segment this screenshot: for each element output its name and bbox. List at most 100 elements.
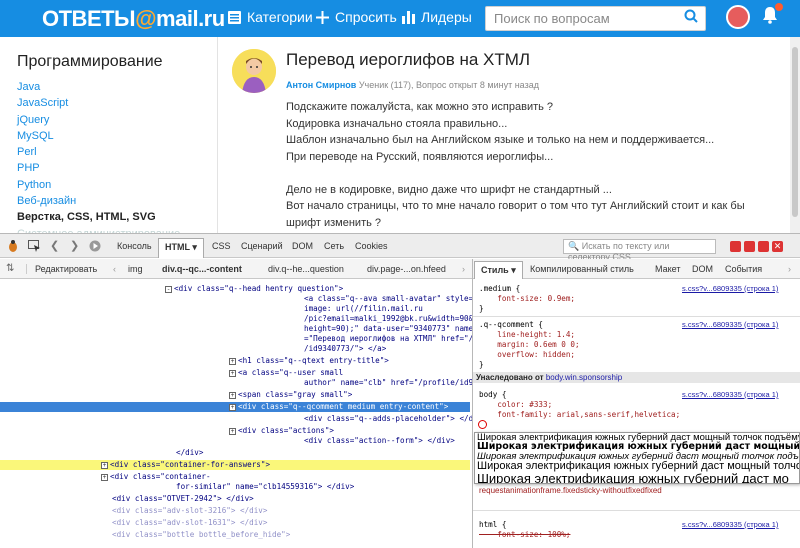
- search-input[interactable]: Поиск по вопросам: [485, 6, 706, 31]
- html-node-line[interactable]: + <div class="container-: [0, 472, 470, 482]
- close-icon[interactable]: ✕: [772, 241, 783, 252]
- breadcrumb-item[interactable]: img: [128, 264, 143, 274]
- css-declaration-font[interactable]: font-family: arial,sans-serif,helvetica;: [479, 410, 680, 420]
- html-node-line[interactable]: for-similar" name="clb14559316"> </div>: [0, 482, 470, 492]
- user-avatar[interactable]: [726, 5, 750, 29]
- expand-icon[interactable]: +: [229, 403, 236, 411]
- breadcrumb-item[interactable]: div.page-...on.hfeed: [367, 264, 446, 274]
- sidebar-item-php[interactable]: PHP: [17, 160, 180, 176]
- html-node-line[interactable]: + <div class="actions">: [0, 426, 470, 436]
- devtools-search-input[interactable]: 🔍 Искать по тексту или селектору CSS: [563, 239, 716, 262]
- nav-categories[interactable]: Категории: [228, 9, 313, 25]
- tab-dom[interactable]: DOM: [292, 241, 313, 251]
- html-node-line[interactable]: author" name="clb" href="/profile/id9340…: [0, 378, 472, 388]
- html-node-line[interactable]: + <span class="gray small">: [0, 390, 470, 400]
- forward-arrow-icon[interactable]: ❯: [70, 239, 79, 252]
- css-declaration[interactable]: font-size: 0.9em;: [479, 294, 575, 304]
- detach-icon[interactable]: [730, 241, 741, 252]
- author-link[interactable]: Антон Смирнов: [286, 80, 356, 90]
- html-node-line[interactable]: height=90);" data-user="9340773" name="c…: [0, 324, 472, 334]
- tab-console[interactable]: Консоль: [117, 241, 152, 251]
- disable-rule-icon[interactable]: [478, 420, 487, 429]
- css-selector[interactable]: body {: [479, 390, 506, 400]
- tab-dom-right[interactable]: DOM: [692, 264, 713, 274]
- expand-icon[interactable]: +: [229, 427, 236, 435]
- dropdown-arrow-icon[interactable]: ▾: [511, 265, 516, 275]
- tab-events[interactable]: События: [725, 264, 762, 274]
- html-node-line[interactable]: ="Перевод иероглифов на ХТМЛ" href="/pro…: [0, 334, 472, 344]
- nav-leaders[interactable]: Лидеры: [402, 9, 472, 25]
- html-node-line[interactable]: + <h1 class="q--qtext entry-title">: [0, 356, 470, 366]
- sidebar-item-web-design[interactable]: Веб-дизайн: [17, 193, 180, 209]
- html-node-line[interactable]: + <div class="q--qcomment medium entry-co…: [0, 402, 470, 412]
- sidebar-item-perl[interactable]: Perl: [17, 144, 180, 160]
- css-source-link[interactable]: s.css?v...6809335 (строка 1): [682, 390, 778, 399]
- more-tabs-icon[interactable]: ›: [788, 264, 791, 274]
- sidebar-item-markup[interactable]: Верстка, CSS, HTML, SVG: [17, 209, 180, 225]
- css-declaration[interactable]: line-height: 1.4;: [479, 330, 575, 340]
- tab-cookies[interactable]: Cookies: [355, 241, 388, 251]
- html-node-line[interactable]: <div class="adv-slot-3216"> </div>: [0, 506, 470, 516]
- expand-icon[interactable]: +: [229, 391, 236, 399]
- tab-style[interactable]: Стиль ▾: [474, 261, 523, 279]
- html-node-line[interactable]: - <div class="q--head hentry question">: [0, 284, 470, 294]
- page-scrollbar[interactable]: [790, 37, 800, 233]
- css-declaration[interactable]: margin: 0.6em 0 0;: [479, 340, 579, 350]
- expand-icon[interactable]: +: [101, 473, 108, 481]
- nav-ask[interactable]: Спросить: [316, 9, 397, 25]
- minimize-icon[interactable]: [744, 241, 755, 252]
- html-node-line[interactable]: <div class="action--form"> </div>: [0, 436, 470, 446]
- css-declaration-overridden[interactable]: font-size: 100%;: [479, 530, 570, 540]
- back-arrow-icon[interactable]: ❮: [50, 239, 59, 252]
- sidebar-item-java[interactable]: Java: [17, 79, 180, 95]
- tab-html[interactable]: HTML ▾: [158, 238, 204, 258]
- css-selector[interactable]: html {: [479, 520, 506, 530]
- pin-icon[interactable]: ⇅: [6, 263, 14, 274]
- html-node-line[interactable]: <div class="OTVET-2942"> </div>: [0, 494, 470, 504]
- site-logo[interactable]: ОТВЕТЫ@mail.ru: [42, 6, 225, 32]
- author-avatar[interactable]: [232, 49, 276, 93]
- css-source-link[interactable]: s.css?v...6809335 (строка 1): [682, 320, 778, 329]
- tab-css[interactable]: CSS: [212, 241, 231, 251]
- edit-button[interactable]: Редактировать: [26, 264, 97, 274]
- css-selector[interactable]: .q--qcomment {: [479, 320, 543, 330]
- breadcrumb-arrow-icon[interactable]: ‹: [113, 264, 116, 274]
- breadcrumb-item-active[interactable]: div.q--qc...-content: [162, 264, 242, 274]
- tab-net[interactable]: Сеть: [324, 241, 344, 251]
- search-icon[interactable]: [684, 9, 698, 23]
- tab-computed[interactable]: Компилированный стиль: [530, 264, 634, 274]
- css-declaration[interactable]: color: #333;: [479, 400, 552, 410]
- html-node-line[interactable]: /pic?email=malki_1992@bk.ru&width=90&: [0, 314, 472, 324]
- breadcrumb-more-icon[interactable]: ›: [462, 264, 465, 274]
- html-node-line[interactable]: <a class="q--ava small-avatar" style="ba…: [0, 294, 472, 304]
- sidebar-item-jquery[interactable]: jQuery: [17, 112, 180, 128]
- run-icon[interactable]: [89, 240, 101, 252]
- sidebar-item-mysql[interactable]: MySQL: [17, 128, 180, 144]
- expand-icon[interactable]: +: [229, 357, 236, 365]
- html-node-line[interactable]: </div>: [0, 448, 470, 458]
- maximize-icon[interactable]: [758, 241, 769, 252]
- html-node-line[interactable]: + <a class="q--user small: [0, 368, 470, 378]
- html-node-line[interactable]: image: url(//filin.mail.ru: [0, 304, 470, 314]
- inherited-from-link[interactable]: body.win.sponsorship: [546, 373, 622, 382]
- html-node-line[interactable]: <div class="q--adds-placeholder"> </div>: [0, 414, 472, 424]
- sidebar-item-python[interactable]: Python: [17, 177, 180, 193]
- inspect-icon[interactable]: [28, 240, 41, 252]
- sidebar-item-javascript[interactable]: JavaScript: [17, 95, 180, 111]
- dropdown-arrow-icon[interactable]: ▾: [192, 242, 197, 252]
- expand-icon[interactable]: +: [101, 461, 108, 469]
- css-declaration[interactable]: overflow: hidden;: [479, 350, 575, 360]
- expand-icon[interactable]: +: [229, 369, 236, 377]
- html-node-line[interactable]: <div class="adv-slot-1631"> </div>: [0, 518, 470, 528]
- firebug-icon[interactable]: [6, 239, 20, 253]
- css-source-link[interactable]: s.css?v...6809335 (строка 1): [682, 520, 778, 529]
- collapse-icon[interactable]: -: [165, 285, 172, 293]
- breadcrumb-item[interactable]: div.q--he...question: [268, 264, 344, 274]
- html-node-line[interactable]: <div class="bottle bottle_before_hide">: [0, 530, 470, 540]
- tab-layout[interactable]: Макет: [655, 264, 680, 274]
- css-selector[interactable]: .medium {: [479, 284, 520, 294]
- tab-script[interactable]: Сценарий: [241, 241, 283, 251]
- html-node-line[interactable]: + <div class="container-for-answers">: [0, 460, 470, 470]
- css-source-link[interactable]: s.css?v...6809335 (строка 1): [682, 284, 778, 293]
- scrollbar-thumb[interactable]: [792, 47, 798, 217]
